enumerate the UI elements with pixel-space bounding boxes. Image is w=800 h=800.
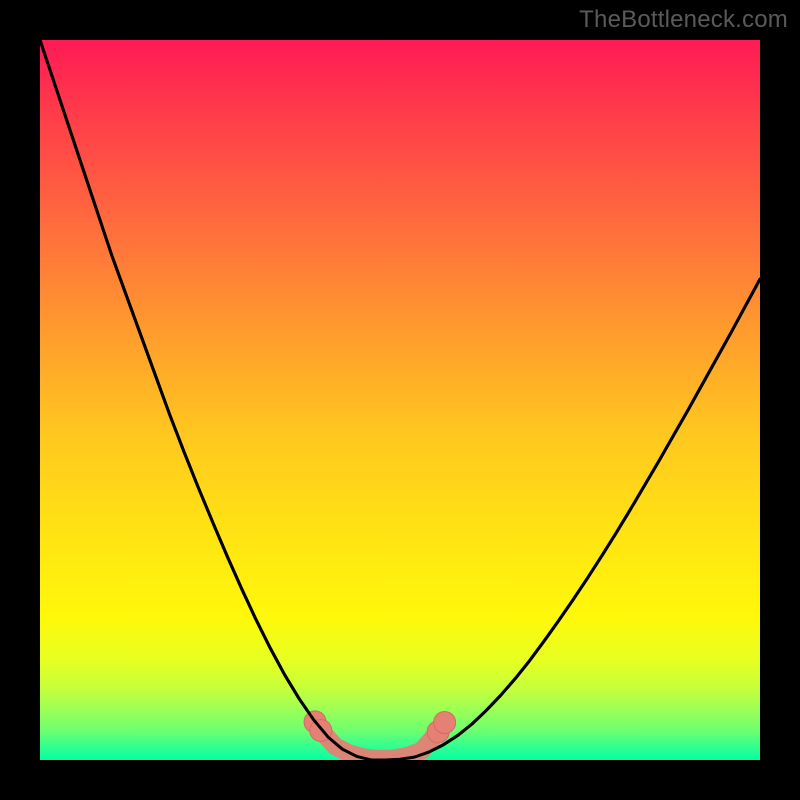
marker-dot: [434, 712, 456, 734]
plot-area: [40, 40, 760, 760]
bottleneck-curve: [40, 40, 760, 760]
bottleneck-curve: [40, 40, 760, 760]
chart-frame: TheBottleneck.com: [0, 0, 800, 800]
chart-svg: [40, 40, 760, 760]
watermark-text: TheBottleneck.com: [579, 6, 788, 34]
